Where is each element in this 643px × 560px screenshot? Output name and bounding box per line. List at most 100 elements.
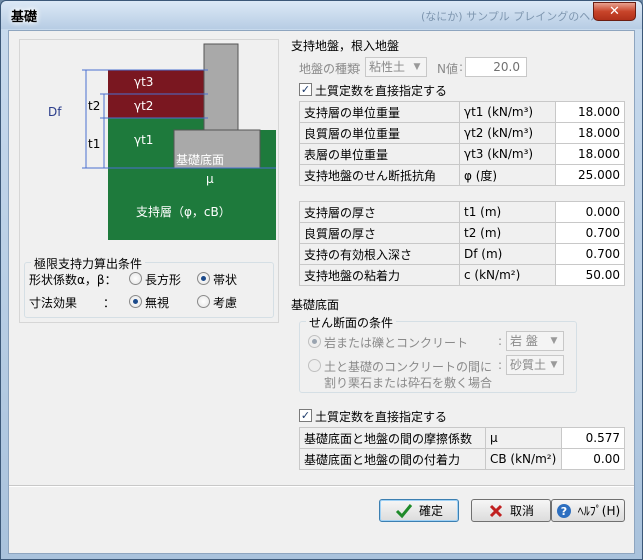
soil-concrete-radio[interactable] xyxy=(308,359,321,372)
cancel-button[interactable]: 取消 xyxy=(471,499,551,522)
row-value-input[interactable]: 25.000 xyxy=(555,164,625,186)
chevron-down-icon: ▼ xyxy=(550,336,558,346)
soil-type-select[interactable]: 粘性土 ▼ xyxy=(365,57,427,77)
row-symbol: Df (m) xyxy=(459,243,556,265)
row-value-input[interactable]: 0.00 xyxy=(561,448,625,470)
ok-button[interactable]: 確定 xyxy=(379,499,459,522)
soil-concrete-colon: : xyxy=(498,358,503,372)
n-value-input[interactable]: 20.0 xyxy=(465,57,527,77)
window-title: 基礎 xyxy=(11,10,38,25)
limit-condition-title: 極限支持力算出条件 xyxy=(31,255,146,272)
t1-label: t1 xyxy=(88,137,100,151)
dimension-effect-label: 寸法効果 xyxy=(29,296,78,310)
support-direct-label[interactable]: 土質定数を直接指定する xyxy=(315,82,447,99)
row-value-input[interactable]: 18.000 xyxy=(555,122,625,144)
row-symbol: γt2 (kN/m³) xyxy=(459,122,556,144)
row-value-input[interactable]: 0.700 xyxy=(555,243,625,265)
shape-rect-radio[interactable] xyxy=(129,272,142,285)
table-row: 基礎底面と地盤の間の付着力 CB (kN/m²) 0.00 xyxy=(299,448,625,470)
surface-layer xyxy=(108,70,208,94)
shear-condition-group: せん断面の条件 岩または礫とコンクリート : 岩 盤 ▼ 土と基礎のコンクリート… xyxy=(299,314,577,393)
soil-type-base-select[interactable]: 砂質土 ▼ xyxy=(506,355,564,375)
row-value-input[interactable]: 50.00 xyxy=(555,264,625,286)
row-name: 支持地盤の粘着力 xyxy=(299,264,460,286)
soil-concrete-label[interactable]: 土と基礎のコンクリートの間に xyxy=(324,358,492,375)
row-symbol: φ (度) xyxy=(459,164,556,186)
table-row: 支持層の厚さ t1 (m) 0.000 xyxy=(299,201,625,223)
row-name: 支持地盤のせん断抵抗角 xyxy=(299,164,460,186)
gamma-t2-label: γt2 xyxy=(134,99,153,113)
row-value-input[interactable]: 18.000 xyxy=(555,101,625,123)
rock-concrete-colon: : xyxy=(498,334,503,348)
row-value-input[interactable]: 0.700 xyxy=(555,222,625,244)
soil-type-label: 地盤の種類 xyxy=(299,62,360,76)
rock-concrete-radio[interactable] xyxy=(308,335,321,348)
dim-ignore-radio[interactable] xyxy=(129,295,142,308)
cross-icon xyxy=(489,504,503,517)
table-row: 表層の単位重量 γt3 (kN/m³) 18.000 xyxy=(299,143,625,165)
row-name: 支持層の単位重量 xyxy=(299,101,460,123)
row-name: 表層の単位重量 xyxy=(299,143,460,165)
table-row: 支持層の単位重量 γt1 (kN/m³) 18.000 xyxy=(299,101,625,123)
foundation-diagram: γt3 γt2 γt1 Df t2 t1 基礎底面 μ 支持層（φ，cB） xyxy=(48,43,276,240)
chevron-down-icon: ▼ xyxy=(413,62,421,72)
footing-column xyxy=(203,43,239,131)
diagram-panel: γt3 γt2 γt1 Df t2 t1 基礎底面 μ 支持層（φ，cB） 極限… xyxy=(19,39,279,323)
shape-rect-label[interactable]: 長方形 xyxy=(145,271,181,288)
support-layer xyxy=(108,168,276,240)
limit-condition-group: 極限支持力算出条件 形状係数α，β： 長方形 帯状 寸法効果 ： 無視 考慮 xyxy=(24,255,274,318)
chevron-down-icon: ▼ xyxy=(550,360,558,370)
row-name: 支持層の厚さ xyxy=(299,201,460,223)
row-symbol: γt1 (kN/m³) xyxy=(459,101,556,123)
dim-ignore-label[interactable]: 無視 xyxy=(145,294,169,311)
help-icon: ? xyxy=(556,503,571,518)
shape-strip-label[interactable]: 帯状 xyxy=(213,271,237,288)
good-layer xyxy=(108,94,208,118)
dialog-window: 基礎 (なにか) サンプル プレイングのヘルプ ✕ γt3 γt2 γt1 Df… xyxy=(0,0,643,560)
row-symbol: t1 (m) xyxy=(459,201,556,223)
help-button-label: ﾍﾙﾌﾟ(H) xyxy=(577,504,621,518)
mu-label: μ xyxy=(206,172,214,186)
svg-text:?: ? xyxy=(561,505,567,518)
row-name: 基礎底面と地盤の間の付着力 xyxy=(299,448,486,470)
rock-type-select[interactable]: 岩 盤 ▼ xyxy=(506,331,564,351)
base-direct-checkbox[interactable]: ✓ xyxy=(299,409,312,422)
support-direct-checkbox[interactable]: ✓ xyxy=(299,83,312,96)
ok-button-label: 確定 xyxy=(418,504,443,518)
soil-type-colon: : xyxy=(357,60,362,74)
base-label: 基礎底面 xyxy=(176,152,224,167)
n-value-label: N値 xyxy=(437,62,458,76)
gamma-t3-label: γt3 xyxy=(134,75,153,89)
row-value-input[interactable]: 0.000 xyxy=(555,201,625,223)
table-row: 良質層の単位重量 γt2 (kN/m³) 18.000 xyxy=(299,122,625,144)
row-name: 良質層の単位重量 xyxy=(299,122,460,144)
row-symbol: CB (kN/m²) xyxy=(485,448,562,470)
soil-concrete-sublabel: 割り栗石または砕石を敷く場合 xyxy=(324,376,493,390)
support-section-title: 支持地盤，根入地盤 xyxy=(291,39,400,53)
table-row: 支持の有効根入深さ Df (m) 0.700 xyxy=(299,243,625,265)
close-button[interactable]: ✕ xyxy=(593,2,636,21)
thickness-table: 支持層の厚さ t1 (m) 0.000 良質層の厚さ t2 (m) 0.700 … xyxy=(299,201,625,286)
soil-type-value: 粘性土 xyxy=(369,60,406,74)
row-symbol: c (kN/m²) xyxy=(459,264,556,286)
base-direct-label[interactable]: 土質定数を直接指定する xyxy=(315,408,447,425)
dim-consider-label[interactable]: 考慮 xyxy=(213,294,237,311)
shape-strip-radio[interactable] xyxy=(197,272,210,285)
table-row: 支持地盤のせん断抵抗角 φ (度) 25.000 xyxy=(299,164,625,186)
close-icon: ✕ xyxy=(609,4,620,19)
row-value-input[interactable]: 0.577 xyxy=(561,427,625,449)
rock-concrete-label[interactable]: 岩または礫とコンクリート xyxy=(324,334,468,351)
table-row: 良質層の厚さ t2 (m) 0.700 xyxy=(299,222,625,244)
shear-condition-title: せん断面の条件 xyxy=(306,314,397,331)
table-row: 支持地盤の粘着力 c (kN/m²) 50.00 xyxy=(299,264,625,286)
row-name: 支持の有効根入深さ xyxy=(299,243,460,265)
dim-consider-radio[interactable] xyxy=(197,295,210,308)
background-window-title: (なにか) サンプル プレイングのヘルプ xyxy=(421,10,613,23)
n-value-colon: : xyxy=(459,60,464,74)
title-bar[interactable]: 基礎 (なにか) サンプル プレイングのヘルプ ✕ xyxy=(1,1,642,29)
help-button[interactable]: ? ﾍﾙﾌﾟ(H) xyxy=(551,499,625,522)
footer-separator xyxy=(9,485,634,487)
rock-type-value: 岩 盤 xyxy=(510,334,538,348)
row-value-input[interactable]: 18.000 xyxy=(555,143,625,165)
gamma-t1-label: γt1 xyxy=(134,133,153,147)
